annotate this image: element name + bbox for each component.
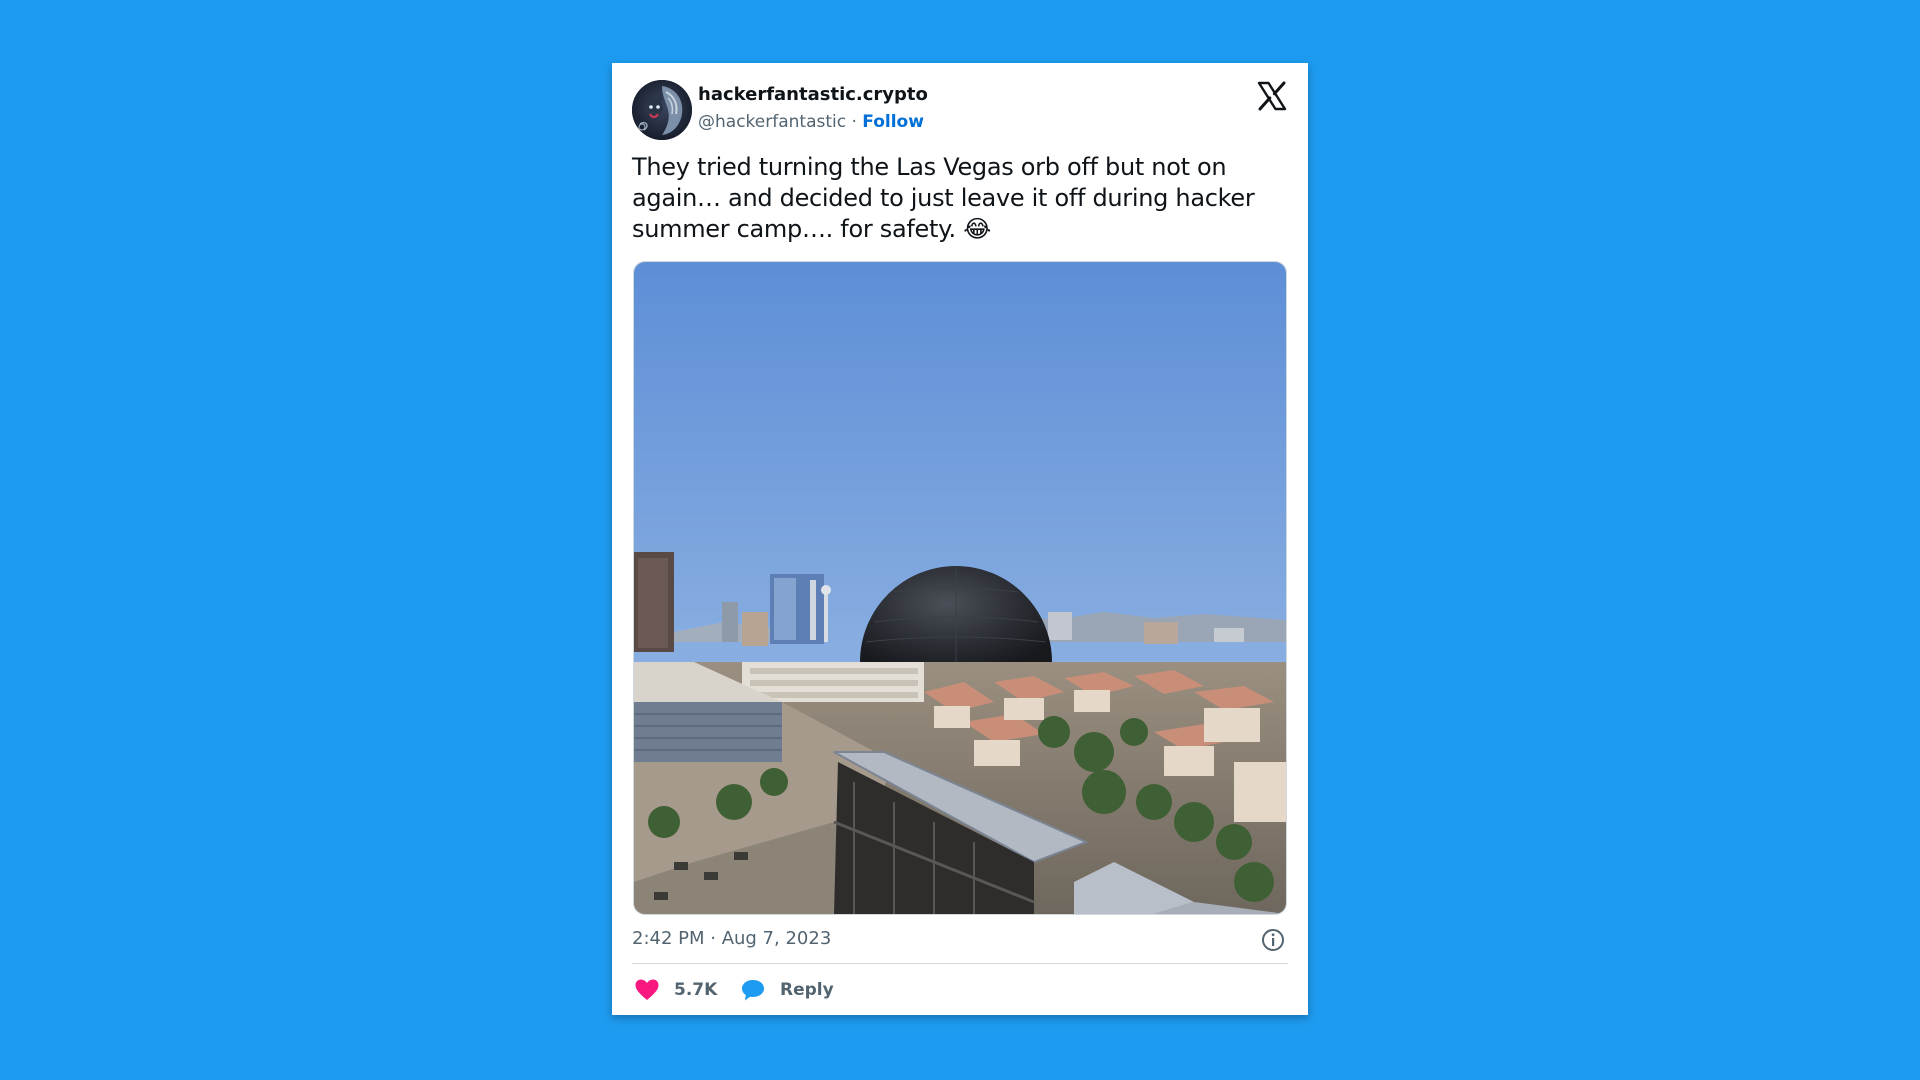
tweet-timestamp[interactable]: 2:42 PM · Aug 7, 2023 xyxy=(632,928,831,949)
cat-avatar-icon xyxy=(632,80,692,140)
separator-dot: · xyxy=(851,112,857,132)
tweet-actions: 5.7K Reply xyxy=(632,974,1288,1006)
las-vegas-sphere-photo[interactable] xyxy=(633,261,1287,915)
tweet-meta: 2:42 PM · Aug 7, 2023 xyxy=(632,924,1288,956)
author-handle-line: @hackerfantastic · Follow xyxy=(698,108,928,136)
divider xyxy=(632,963,1288,964)
info-icon[interactable] xyxy=(1260,927,1286,953)
like-button[interactable]: 5.7K xyxy=(634,976,717,1004)
follow-button[interactable]: Follow xyxy=(862,112,924,132)
speech-bubble-icon xyxy=(742,980,764,1001)
reply-button[interactable]: Reply xyxy=(740,976,834,1004)
x-logo-icon[interactable] xyxy=(1256,80,1288,112)
author-handle[interactable]: @hackerfantastic xyxy=(698,112,846,132)
like-count: 5.7K xyxy=(674,980,718,1000)
reply-label: Reply xyxy=(780,980,834,1000)
author-display-name[interactable]: hackerfantastic.crypto xyxy=(698,82,928,108)
tweet-card: hackerfantastic.crypto @hackerfantastic … xyxy=(612,63,1308,1015)
heart-icon xyxy=(635,979,659,1000)
tweet-header: hackerfantastic.crypto @hackerfantastic … xyxy=(632,78,1288,142)
author-names: hackerfantastic.crypto @hackerfantastic … xyxy=(698,82,928,136)
avatar[interactable] xyxy=(632,80,692,140)
tweet-text: They tried turning the Las Vegas orb off… xyxy=(632,153,1255,243)
